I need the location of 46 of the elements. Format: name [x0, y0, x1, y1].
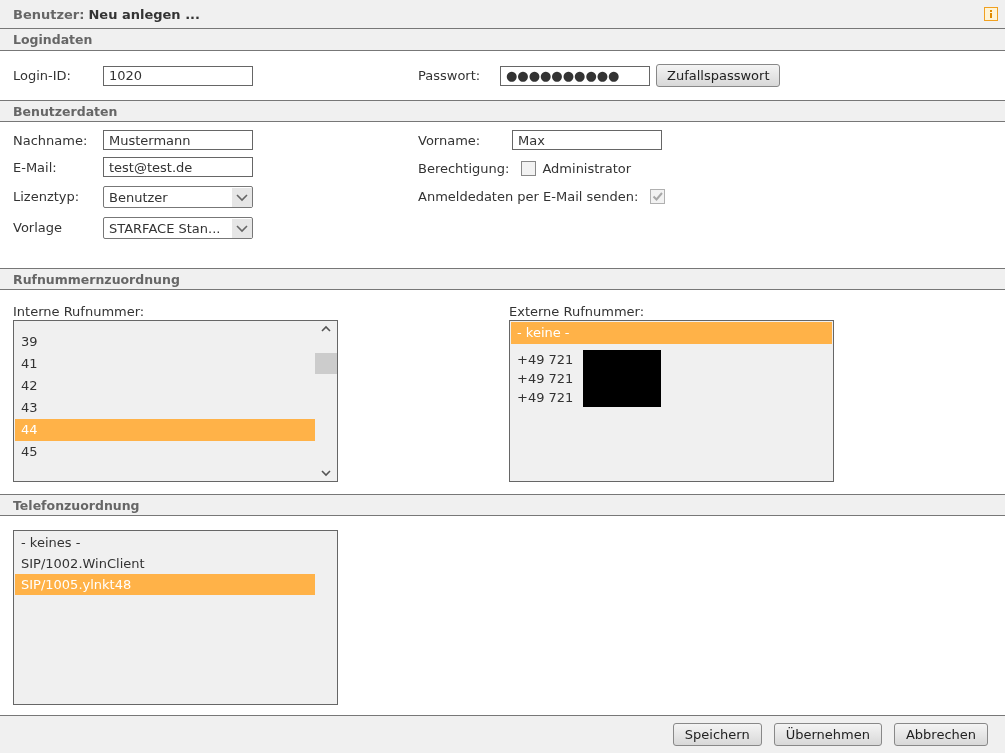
scroll-down-icon[interactable]	[320, 469, 332, 478]
section-header: Telefonzuordnung	[0, 494, 1005, 517]
action-button[interactable]: Abbrechen	[893, 723, 988, 747]
field-label: Berechtigung:	[418, 160, 510, 176]
dropdown[interactable]: STARFACE Stan...	[103, 217, 253, 240]
list-label: Externe Rufnummer:	[509, 304, 646, 321]
text-field[interactable]: test@test.de	[103, 157, 253, 178]
section-header: Rufnummernzuordnung	[0, 268, 1005, 291]
password-field[interactable]: ●●●●●●●●●●	[500, 65, 650, 86]
section-header: Benutzerdaten	[0, 100, 1005, 123]
list-label: Interne Rufnummer:	[13, 304, 146, 321]
checkbox[interactable]	[521, 160, 537, 176]
list-item[interactable]: 39	[15, 331, 315, 354]
field-label: Anmeldedaten per E-Mail senden:	[418, 188, 639, 204]
action-button[interactable]: Speichern	[672, 723, 762, 747]
list-item[interactable]: 45	[15, 441, 315, 464]
scroll-up-icon[interactable]	[320, 325, 332, 334]
list-item[interactable]: 43	[15, 397, 315, 420]
title-prefix: Benutzer:	[13, 6, 85, 22]
field-label: Nachname:	[13, 132, 89, 148]
text-field[interactable]: Mustermann	[103, 130, 253, 151]
list-item[interactable]: 41	[15, 353, 315, 376]
caret-icon	[232, 187, 252, 207]
list-item[interactable]: +49 721	[511, 369, 832, 389]
field-label: Vorlage	[13, 219, 63, 235]
scrollbar-thumb[interactable]	[315, 353, 337, 375]
section-header: Logindaten	[0, 29, 1005, 52]
login-id-field[interactable]: 1020	[103, 65, 253, 86]
page-title: Neu anlegen ...	[88, 6, 200, 22]
action-button[interactable]: Übernehmen	[773, 723, 882, 747]
text-field[interactable]: Max	[512, 130, 662, 151]
checkbox-label: Administrator	[542, 160, 632, 176]
field-label: E-Mail:	[13, 159, 58, 175]
field-label: Lizenztyp:	[13, 188, 81, 204]
dropdown[interactable]: Benutzer	[103, 186, 253, 209]
field-label: Passwort:	[418, 68, 482, 84]
list-item[interactable]: +49 721	[511, 350, 832, 370]
list-item[interactable]: SIP/1002.WinClient	[15, 553, 315, 575]
field-label: Vorname:	[418, 132, 482, 148]
field-label: Login-ID:	[13, 68, 72, 84]
caret-icon	[232, 218, 252, 238]
list-item[interactable]: +49 721	[511, 388, 832, 408]
random-password-button[interactable]: Zufallspasswort	[656, 64, 781, 88]
list-item[interactable]: - keines -	[15, 532, 315, 554]
list-item[interactable]: 42	[15, 375, 315, 398]
info-icon[interactable]	[984, 7, 998, 22]
